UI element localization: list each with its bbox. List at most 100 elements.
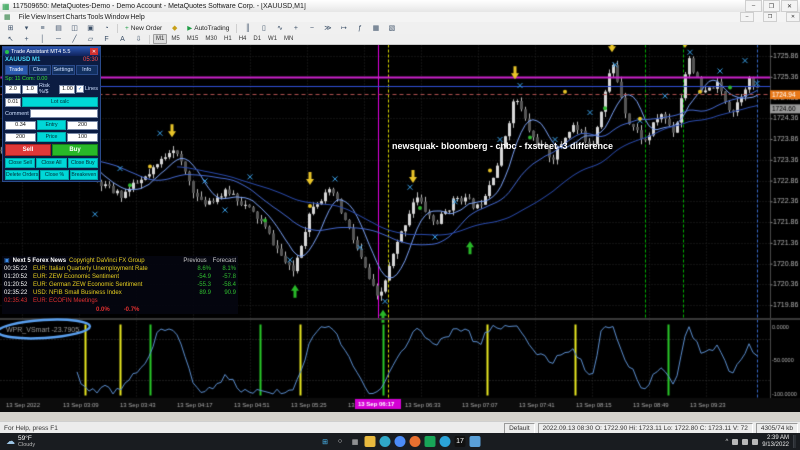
news-row: 02:35:22 USD: NFIB Small Business Index … <box>4 289 236 297</box>
timeframe-button[interactable]: M5 <box>168 34 182 44</box>
news-row: 01:20:52 EUR: German ZEW Economic Sentim… <box>4 281 236 289</box>
timeframe-button[interactable]: M30 <box>202 34 220 44</box>
autotrading-icon: ▶ <box>187 24 192 32</box>
close-buy-button[interactable]: Close Buy <box>68 158 98 168</box>
minimize-button[interactable]: – <box>745 0 762 12</box>
fibonacci-icon[interactable]: F <box>99 33 114 45</box>
metatrader-icon[interactable] <box>425 436 436 447</box>
entry-mode-button[interactable]: Entry <box>37 120 66 130</box>
news-row: 00:35:22 EUR: Italian Quarterly Unemploy… <box>4 265 236 273</box>
child-restore-button[interactable]: ❐ <box>763 12 777 22</box>
weather-desc: Cloudy <box>18 442 35 449</box>
delete-orders-button[interactable]: Delete Orders <box>5 170 39 180</box>
text-tool-icon[interactable]: A <box>115 33 130 45</box>
firefox-browser-icon[interactable] <box>410 436 421 447</box>
risk-field[interactable]: 1.00 <box>59 85 75 94</box>
trade-panel-tab[interactable]: Info <box>76 65 99 75</box>
channel-icon[interactable]: ▱ <box>83 33 98 45</box>
timeframe-button[interactable]: M1 <box>153 34 167 44</box>
menu-item[interactable]: Charts <box>65 14 86 21</box>
start-button[interactable]: ⊞ <box>320 436 331 447</box>
timeframe-button[interactable]: W1 <box>265 34 280 44</box>
close-all-button[interactable]: Close All <box>36 158 66 168</box>
periods-icon[interactable]: ▦ <box>368 22 383 34</box>
candle-timer: 05:30 <box>83 57 98 63</box>
child-close-button[interactable]: ✕ <box>786 12 800 22</box>
bar-chart-icon[interactable]: ║ <box>240 22 255 34</box>
candlestick-icon[interactable]: ▯ <box>256 22 271 34</box>
price-chart[interactable] <box>0 44 800 412</box>
rr1-field[interactable]: 2.0 <box>5 85 21 94</box>
trade-panel-titlebar[interactable]: Trade Assistant MT4 5.5 ✕ <box>3 47 100 56</box>
timeframe-button[interactable]: H4 <box>236 34 250 44</box>
menu-item[interactable]: File <box>19 14 30 21</box>
file-explorer-icon[interactable] <box>365 436 376 447</box>
risk-label: Risk %/$ <box>39 83 58 95</box>
show-desktop-button[interactable] <box>793 435 796 448</box>
price-mode-button[interactable]: Price <box>37 132 66 142</box>
volume-icon[interactable] <box>742 439 748 445</box>
trade-panel-tab[interactable]: Settings <box>52 65 75 75</box>
close-sell-button[interactable]: Close Sell <box>5 158 35 168</box>
close-button[interactable]: ✕ <box>781 0 798 12</box>
comment-field[interactable] <box>30 109 98 118</box>
crosshair-icon[interactable]: + <box>19 33 34 45</box>
search-icon[interactable]: ○ <box>335 436 346 447</box>
windows-taskbar: ☁ 59°F Cloudy ⊞ ○ ▦ 17 ^ 2:39 AM 9/13/2022 <box>0 433 800 450</box>
line-chart-icon[interactable]: ∿ <box>272 22 287 34</box>
auto-scroll-icon[interactable]: ≫ <box>320 22 335 34</box>
takeprofit-field[interactable]: 100 <box>67 133 98 142</box>
network-icon[interactable] <box>732 439 738 445</box>
profile-selector[interactable]: Default <box>504 423 535 434</box>
indicators-icon[interactable]: ƒ <box>352 22 367 34</box>
zoom-in-icon[interactable]: + <box>288 22 303 34</box>
menu-item[interactable]: Help <box>130 14 144 21</box>
trendline-icon[interactable]: ╱ <box>67 33 82 45</box>
forex-news-panel: ▣ Next 5 Forex News Copyright DaVinci FX… <box>2 256 238 314</box>
task-view-icon[interactable]: ▦ <box>350 436 361 447</box>
zoom-out-icon[interactable]: − <box>304 22 319 34</box>
buy-button[interactable]: Buy <box>52 144 98 156</box>
arrows-tool-icon[interactable]: ⇩ <box>131 33 146 45</box>
autotrading-button[interactable]: ▶ AutoTrading <box>183 22 233 34</box>
menu-item[interactable]: Insert <box>47 14 65 21</box>
horizontal-line-icon[interactable]: ─ <box>51 33 66 45</box>
sl-points-field[interactable]: 200 <box>5 133 36 142</box>
lot-calc-field[interactable]: 0.01 <box>5 98 21 107</box>
lot-calc-button[interactable]: Lot calc <box>22 97 98 107</box>
sell-button[interactable]: Sell <box>5 144 51 156</box>
weather-widget[interactable]: ☁ 59°F Cloudy <box>0 435 41 449</box>
child-minimize-button[interactable]: – <box>740 12 754 22</box>
templates-icon[interactable]: ▧ <box>384 22 399 34</box>
timeframe-button[interactable]: H1 <box>221 34 235 44</box>
timeframe-button[interactable]: M15 <box>184 34 202 44</box>
telegram-icon[interactable] <box>440 436 451 447</box>
trade-panel-tab[interactable]: Trade <box>5 65 28 75</box>
stoploss-field[interactable]: 200 <box>67 121 98 130</box>
lines-checkbox[interactable]: ✓ <box>76 85 83 93</box>
vertical-line-icon[interactable]: │ <box>35 33 50 45</box>
hidden-icons-chevron[interactable]: ^ <box>725 439 728 445</box>
trade-panel-tab[interactable]: Close <box>29 65 52 75</box>
taskbar-clock[interactable]: 2:39 AM 9/13/2022 <box>762 435 789 449</box>
close-percent-button[interactable]: Close % <box>40 170 68 180</box>
tradingview-icon[interactable]: 17 <box>455 436 466 447</box>
trade-panel-close-icon[interactable]: ✕ <box>90 48 98 55</box>
cursor-icon[interactable]: ↖ <box>3 33 18 45</box>
rr2-field[interactable]: 1.0 <box>22 85 38 94</box>
maximize-button[interactable]: ❐ <box>763 0 780 12</box>
timeframe-button[interactable]: D1 <box>250 34 264 44</box>
chrome-browser-icon[interactable] <box>395 436 406 447</box>
edge-browser-icon[interactable] <box>380 436 391 447</box>
chart-shift-icon[interactable]: ↦ <box>336 22 351 34</box>
mail-icon[interactable] <box>470 436 481 447</box>
menu-item[interactable]: Tools <box>87 14 103 21</box>
menu-item[interactable]: View <box>31 14 46 21</box>
lot-size-field[interactable]: 0.34 <box>5 121 36 130</box>
menu-item[interactable]: Window <box>104 14 129 21</box>
timeframe-button[interactable]: MN <box>281 34 296 44</box>
battery-icon[interactable] <box>752 439 758 445</box>
breakeven-button[interactable]: Breakeven <box>70 170 98 180</box>
metaeditor-icon[interactable]: ◆ <box>167 22 182 34</box>
news-col-previous: Previous <box>183 258 206 264</box>
